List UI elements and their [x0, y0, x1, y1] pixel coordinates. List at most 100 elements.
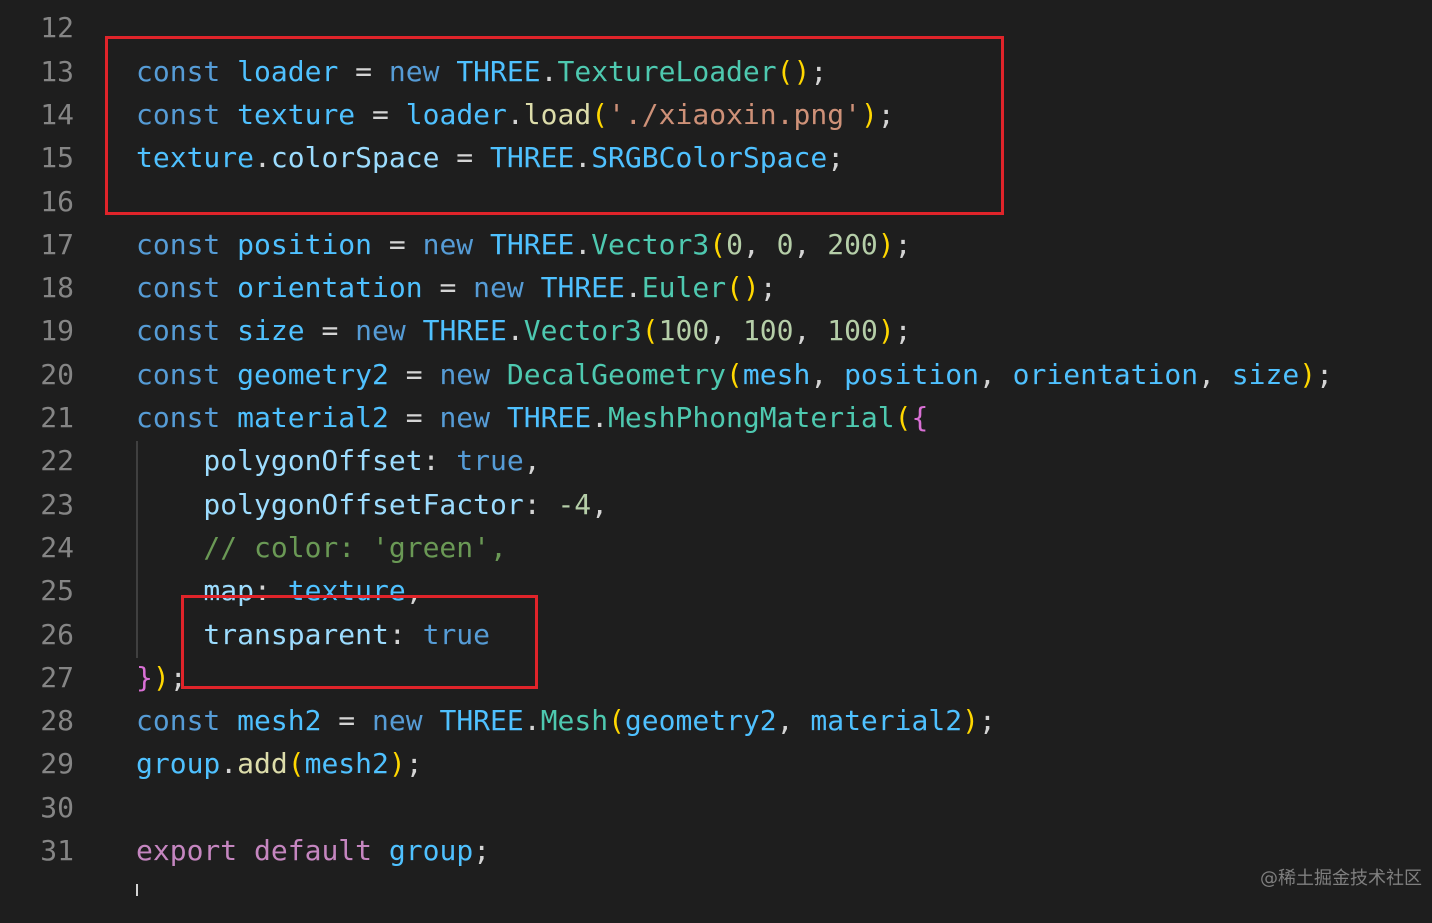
- code-line[interactable]: 17 const position = new THREE.Vector3(0, …: [0, 223, 1432, 266]
- code-token: default: [254, 834, 373, 867]
- line-number: 16: [40, 184, 74, 218]
- code-token: polygonOffsetFactor: [136, 487, 524, 521]
- code-token: .: [506, 314, 524, 348]
- code-token: ;: [759, 271, 777, 305]
- code-token: polygonOffset: [136, 444, 423, 478]
- code-token: (): [776, 54, 811, 88]
- indent-guide: [136, 441, 138, 658]
- code-token: ;: [894, 227, 912, 261]
- code-token: =: [355, 97, 406, 131]
- code-text: polygonOffsetFactor: -4,: [136, 483, 608, 526]
- code-token: orientation: [1012, 357, 1199, 391]
- code-token: ): [877, 314, 895, 348]
- code-token: (: [894, 401, 912, 434]
- code-token: // color: 'green',: [136, 530, 507, 564]
- code-line[interactable]: 15 texture.colorSpace = THREE.SRGBColorSp…: [0, 136, 1432, 179]
- code-token: ,: [523, 444, 541, 478]
- code-token: ): [1299, 357, 1317, 391]
- line-number: 17: [40, 227, 74, 261]
- code-token: ;: [389, 0, 406, 1]
- line-number: 14: [40, 97, 74, 131]
- code-token: size: [1231, 357, 1300, 391]
- code-text: group.add(mesh2);: [136, 742, 423, 785]
- code-token: ,: [1198, 357, 1232, 391]
- code-text: const size = new THREE.Vector3(100, 100,…: [136, 309, 912, 352]
- code-line[interactable]: 26 transparent: true: [0, 613, 1432, 656]
- code-line[interactable]: 21 const material2 = new THREE.MeshPhongM…: [0, 396, 1432, 439]
- code-line[interactable]: 14 const texture = loader.load('./xiaoxin…: [0, 93, 1432, 136]
- code-line[interactable]: 30: [0, 786, 1432, 829]
- code-line[interactable]: 13 const loader = new THREE.TextureLoader…: [0, 50, 1432, 93]
- line-number: 20: [40, 357, 74, 391]
- code-token: THREE: [506, 401, 592, 434]
- code-token: ;: [1316, 357, 1333, 391]
- code-line[interactable]: 25 map: texture,: [0, 569, 1432, 612]
- code-token: ): [877, 227, 895, 261]
- code-line[interactable]: 31 export default group;: [0, 829, 1432, 872]
- watermark: @稀土掘金技术社区: [1260, 868, 1422, 889]
- code-text: const loader = new THREE.TextureLoader()…: [136, 50, 827, 93]
- line-number: 15: [40, 141, 74, 175]
- code-token: .: [540, 54, 558, 88]
- line-number: 26: [40, 617, 74, 651]
- code-line[interactable]: 29 group.add(mesh2);: [0, 742, 1432, 785]
- code-token: const: [136, 704, 221, 738]
- code-token: Vector3: [591, 227, 710, 261]
- code-token: ;: [810, 54, 828, 88]
- code-text: const material2 = new THREE.MeshPhongMat…: [136, 396, 928, 439]
- code-token: mesh: [305, 0, 372, 1]
- code-line[interactable]: 19 const size = new THREE.Vector3(100, 10…: [0, 309, 1432, 352]
- code-line[interactable]: 27});: [0, 656, 1432, 699]
- code-token: material2: [810, 704, 963, 738]
- code-token: (: [641, 314, 659, 348]
- code-editor[interactable]: 11group.add(mesh);1213const loader = new…: [0, 0, 1432, 923]
- code-line[interactable]: 23 polygonOffsetFactor: -4,: [0, 483, 1432, 526]
- code-line[interactable]: 12: [0, 6, 1432, 49]
- code-token: group: [136, 0, 220, 1]
- code-line[interactable]: 28 const mesh2 = new THREE.Mesh(geometry2…: [0, 699, 1432, 742]
- code-token: .: [574, 227, 592, 261]
- code-text: });: [136, 656, 187, 699]
- code-token: ,: [810, 357, 845, 391]
- code-token: :: [388, 617, 423, 651]
- code-token: new: [473, 271, 524, 305]
- code-token: export: [136, 834, 238, 867]
- code-token: group: [388, 834, 474, 867]
- code-token: texture: [237, 97, 356, 131]
- code-line[interactable]: 22 polygonOffset: true,: [0, 439, 1432, 482]
- code-token: (: [726, 357, 743, 391]
- code-token: 0: [776, 227, 794, 261]
- code-token: ,: [793, 314, 828, 348]
- code-line[interactable]: 18 const orientation = new THREE.Euler();: [0, 266, 1432, 309]
- line-number: 13: [40, 54, 74, 88]
- code-token: ;: [894, 314, 912, 348]
- code-token: .: [506, 97, 524, 131]
- code-line[interactable]: 16: [0, 180, 1432, 223]
- code-token: ,: [776, 704, 811, 738]
- code-token: new: [439, 401, 491, 434]
- code-token: ,: [405, 574, 423, 608]
- code-line[interactable]: 24 // color: 'green',: [0, 526, 1432, 569]
- code-token: transparent: [136, 617, 389, 651]
- line-number: 27: [40, 660, 74, 694]
- code-token: ;: [827, 141, 845, 175]
- code-token: const: [136, 401, 221, 434]
- code-text: transparent: true: [136, 613, 490, 656]
- code-token: loader: [405, 97, 507, 131]
- code-token: .: [220, 0, 237, 1]
- code-token: const: [136, 97, 221, 131]
- line-number: 24: [40, 530, 74, 564]
- code-token: mesh2: [237, 704, 322, 738]
- code-line[interactable]: 20 const geometry2 = new DecalGeometry(me…: [0, 353, 1432, 396]
